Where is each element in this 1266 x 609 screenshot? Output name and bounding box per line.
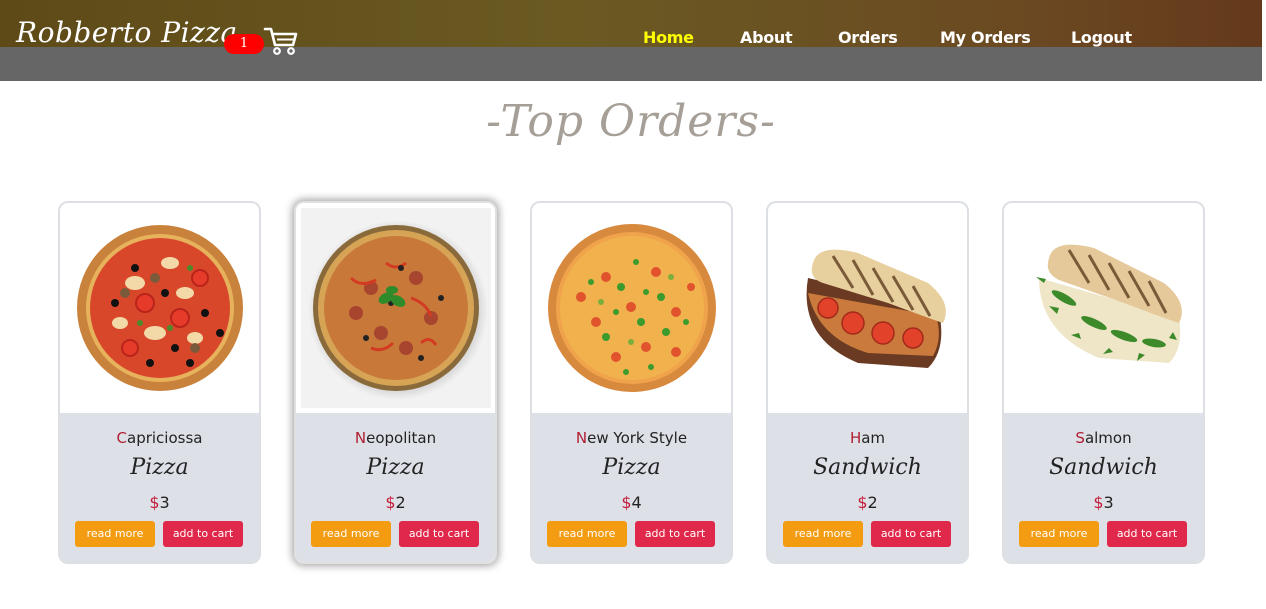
product-price: $2 (385, 493, 406, 512)
read-more-button[interactable]: read more (1019, 521, 1099, 547)
nav-orders[interactable]: Orders (838, 28, 898, 47)
product-category: Pizza (366, 455, 425, 480)
product-name: Ham (849, 429, 886, 447)
product-card-neopolitan: Neopolitan Pizza $2 read more add to car… (294, 201, 497, 564)
add-to-cart-button[interactable]: add to cart (635, 521, 715, 547)
product-image-neopolitan (296, 203, 495, 413)
nav-about[interactable]: About (740, 28, 793, 47)
product-image-ham (768, 203, 967, 413)
section-title: -Top Orders- (486, 96, 776, 147)
header-band (0, 47, 1262, 81)
site-header: Robberto Pizza 1 Home About Orders My Or… (0, 0, 1262, 81)
product-card-new-york-style: New York Style Pizza $4 read more add to… (530, 201, 733, 564)
add-to-cart-button[interactable]: add to cart (871, 521, 951, 547)
product-category: Pizza (130, 455, 189, 480)
product-card-ham: Ham Sandwich $2 read more add to cart (766, 201, 969, 564)
product-info: New York Style Pizza $4 read more add to… (532, 413, 731, 562)
product-card-salmon: Salmon Sandwich $3 read more add to cart (1002, 201, 1205, 564)
product-info: Neopolitan Pizza $2 read more add to car… (296, 413, 495, 562)
cart-icon[interactable] (263, 25, 299, 57)
add-to-cart-button[interactable]: add to cart (163, 521, 243, 547)
product-price: $3 (1093, 493, 1114, 512)
nav-logout[interactable]: Logout (1071, 28, 1132, 47)
product-category: Pizza (602, 455, 661, 480)
cart-count-badge: 1 (224, 34, 264, 54)
product-name: Capriciossa (116, 429, 203, 447)
product-price: $2 (857, 493, 878, 512)
add-to-cart-button[interactable]: add to cart (399, 521, 479, 547)
product-name: New York Style (575, 429, 688, 447)
product-info: Salmon Sandwich $3 read more add to cart (1004, 413, 1203, 562)
product-image-salmon (1004, 203, 1203, 413)
product-name: Salmon (1075, 429, 1132, 447)
product-price: $3 (149, 493, 170, 512)
product-name: Neopolitan (354, 429, 437, 447)
read-more-button[interactable]: read more (75, 521, 155, 547)
read-more-button[interactable]: read more (547, 521, 627, 547)
nav-my-orders[interactable]: My Orders (940, 28, 1031, 47)
product-image-capriciossa (60, 203, 259, 413)
product-category: Sandwich (813, 455, 922, 480)
product-category: Sandwich (1049, 455, 1158, 480)
read-more-button[interactable]: read more (783, 521, 863, 547)
brand-logo[interactable]: Robberto Pizza (16, 16, 238, 49)
product-info: Ham Sandwich $2 read more add to cart (768, 413, 967, 562)
product-image-new-york-style (532, 203, 731, 413)
product-card-capriciossa: Capriciossa Pizza $3 read more add to ca… (58, 201, 261, 564)
add-to-cart-button[interactable]: add to cart (1107, 521, 1187, 547)
product-info: Capriciossa Pizza $3 read more add to ca… (60, 413, 259, 562)
product-price: $4 (621, 493, 642, 512)
read-more-button[interactable]: read more (311, 521, 391, 547)
nav-home[interactable]: Home (643, 28, 694, 47)
